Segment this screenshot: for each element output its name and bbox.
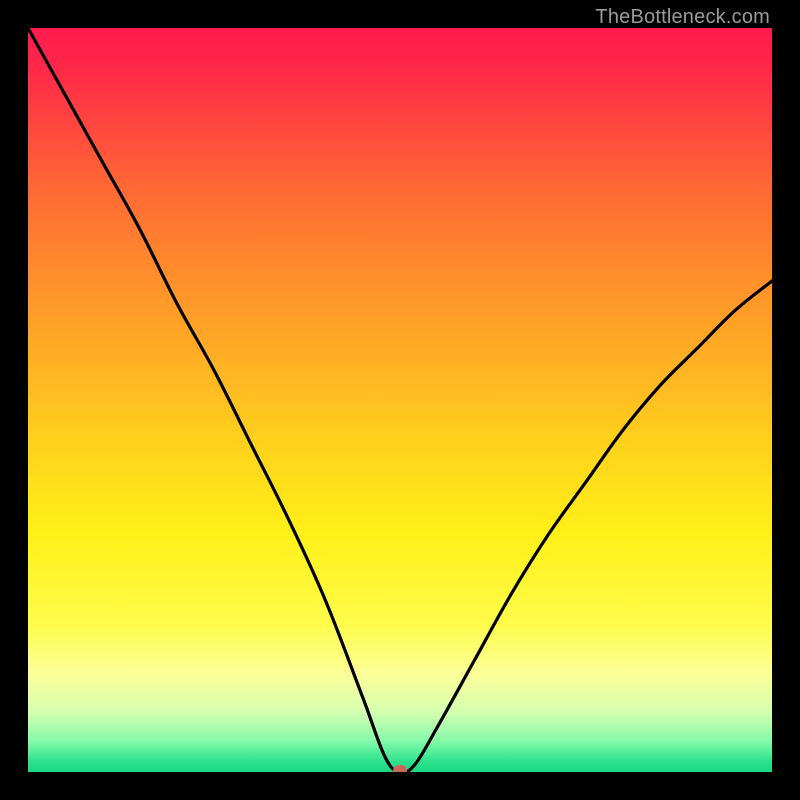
bottleneck-curve — [28, 28, 772, 772]
plot-area — [28, 28, 772, 772]
optimal-point-marker — [393, 765, 407, 772]
chart-frame: TheBottleneck.com — [0, 0, 800, 800]
watermark-text: TheBottleneck.com — [595, 6, 770, 29]
